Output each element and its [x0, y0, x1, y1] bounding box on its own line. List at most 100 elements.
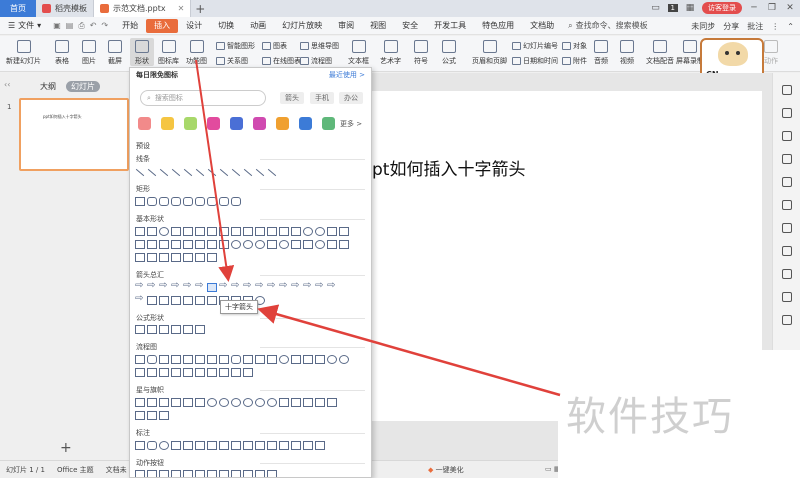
shape-accent-callout-4[interactable]: [267, 441, 277, 450]
shape-triangle[interactable]: [171, 227, 181, 236]
shape-lightning-bolt[interactable]: [303, 240, 313, 249]
shape-accent-callout-2[interactable]: [243, 441, 253, 450]
shape-double-arrow-line[interactable]: [159, 168, 169, 177]
shape-action-end[interactable]: [171, 470, 181, 477]
shape-flow-stored-data[interactable]: [183, 368, 193, 377]
tab-templates[interactable]: 稻壳模板: [36, 0, 94, 17]
shape-action-return[interactable]: [207, 470, 217, 477]
chart-button[interactable]: 图表: [262, 41, 287, 51]
sidebar-table-icon[interactable]: [781, 246, 792, 256]
shape-curved-up-arrow[interactable]: [303, 280, 313, 292]
shape-ribbon-up[interactable]: [279, 398, 289, 407]
sidebar-gear-icon[interactable]: [781, 315, 792, 325]
menu-developer[interactable]: 开发工具: [426, 17, 474, 35]
sync-status[interactable]: 未同步: [691, 21, 715, 32]
table-button[interactable]: 表格: [55, 40, 69, 66]
icon-library-button[interactable]: 图标库: [158, 40, 179, 66]
shape-curved-left-arrow[interactable]: [291, 280, 301, 292]
shape-explosion-2[interactable]: [147, 398, 157, 407]
menu-transition[interactable]: 切换: [210, 17, 242, 35]
shape-folded-corner[interactable]: [267, 240, 277, 249]
shape-action-movie[interactable]: [219, 470, 229, 477]
menu-features[interactable]: 特色应用: [474, 17, 522, 35]
shape-dodecagon[interactable]: [291, 227, 301, 236]
action-button[interactable]: 动作: [764, 40, 778, 66]
shape-elbow-arrow[interactable]: [183, 168, 193, 177]
collapse-panel-icon[interactable]: ‹‹: [4, 80, 10, 89]
bird-icon[interactable]: [276, 117, 289, 130]
menu-slideshow[interactable]: 幻灯片放映: [274, 17, 330, 35]
redo-icon[interactable]: ↷: [101, 21, 108, 31]
header-footer-button[interactable]: 页眉和页脚: [472, 40, 507, 66]
shape-heptagon[interactable]: [255, 227, 265, 236]
shape-diagonal-stripe[interactable]: [159, 240, 169, 249]
shape-left-up-arrow[interactable]: [255, 280, 265, 292]
tab-slides[interactable]: 幻灯片: [66, 81, 100, 92]
shape-flow-collate[interactable]: [135, 368, 145, 377]
shape-line-callout-3[interactable]: [207, 441, 217, 450]
shape-action-custom[interactable]: [267, 470, 277, 477]
formula-button[interactable]: 公式: [442, 40, 456, 66]
shape-wave[interactable]: [147, 411, 157, 420]
shape-star-12[interactable]: [231, 398, 241, 407]
shape-flow-preparation[interactable]: [243, 355, 253, 364]
shape-donut[interactable]: [231, 240, 241, 249]
smart-graphic-button[interactable]: 智能图形: [216, 41, 255, 51]
shape-minus[interactable]: [147, 325, 157, 334]
shape-rect-callout[interactable]: [135, 441, 145, 450]
shape-right-triangle[interactable]: [183, 227, 193, 236]
shape-hexagon[interactable]: [243, 227, 253, 236]
shape-curve-arrow[interactable]: [219, 168, 229, 177]
shape-plaque[interactable]: [183, 240, 193, 249]
shape-flow-manual-input[interactable]: [255, 355, 265, 364]
shape-line-callout-1[interactable]: [183, 441, 193, 450]
shape-left-brace[interactable]: [195, 253, 205, 262]
shape-line-callout-4[interactable]: [219, 441, 229, 450]
shape-l-shape[interactable]: [147, 240, 157, 249]
menu-start[interactable]: 开始: [114, 17, 146, 35]
shape-frame-rectangle[interactable]: [231, 197, 241, 206]
command-search[interactable]: ⌕ 查找命令、搜索模板: [562, 20, 653, 31]
shape-action-document[interactable]: [231, 470, 241, 477]
shape-left-bracket[interactable]: [171, 253, 181, 262]
more-icons-link[interactable]: 更多 >: [340, 119, 362, 129]
chip-office[interactable]: 办公: [339, 92, 363, 104]
shape-flow-terminator[interactable]: [231, 355, 241, 364]
object-button[interactable]: 对象: [562, 41, 587, 51]
shape-star-5[interactable]: [171, 398, 181, 407]
menu-review[interactable]: 审阅: [330, 17, 362, 35]
shape-star-10[interactable]: [219, 398, 229, 407]
shape-action-sound[interactable]: [243, 470, 253, 477]
shape-bent-up-arrow[interactable]: [267, 280, 277, 292]
shape-half-frame[interactable]: [135, 240, 145, 249]
shape-round-diagonal-rectangle[interactable]: [219, 197, 229, 206]
shape-trapezoid[interactable]: [207, 227, 217, 236]
attachment-button[interactable]: 附件: [562, 56, 587, 66]
shape-flow-extract[interactable]: [159, 368, 169, 377]
shape-no-symbol[interactable]: [243, 240, 253, 249]
shape-line[interactable]: [135, 168, 145, 177]
add-slide-button[interactable]: +: [60, 440, 72, 456]
shape-action-home[interactable]: [183, 470, 193, 477]
tab-document[interactable]: 示范文档.pptx ✕: [94, 0, 192, 17]
shape-oval[interactable]: [159, 227, 169, 236]
shape-right-brace[interactable]: [207, 253, 217, 262]
online-chart-button[interactable]: 在线图表: [262, 56, 301, 66]
shape-rounded-rectangle[interactable]: [147, 197, 157, 206]
shape-star-6[interactable]: [183, 398, 193, 407]
book-icon[interactable]: [230, 117, 243, 130]
shape-arrow-line[interactable]: [147, 168, 157, 177]
shape-right-bracket[interactable]: [183, 253, 193, 262]
shape-explosion-1[interactable]: [135, 398, 145, 407]
shape-accent-callout-3[interactable]: [255, 441, 265, 450]
function-chart-button[interactable]: 功能图: [186, 40, 207, 66]
shape-flow-display[interactable]: [243, 368, 253, 377]
shape-teardrop[interactable]: [327, 227, 337, 236]
slide-thumbnail[interactable]: ppt如何插入十字箭头: [19, 98, 129, 171]
shape-left-arrow[interactable]: [147, 280, 157, 292]
collapse-ribbon-icon[interactable]: ⌃: [787, 22, 794, 31]
shape-curved-ribbon-down[interactable]: [315, 398, 325, 407]
shape-border-callout-3[interactable]: [303, 441, 313, 450]
shape-flow-card[interactable]: [303, 355, 313, 364]
date-time-button[interactable]: 日期和时间: [512, 56, 558, 66]
